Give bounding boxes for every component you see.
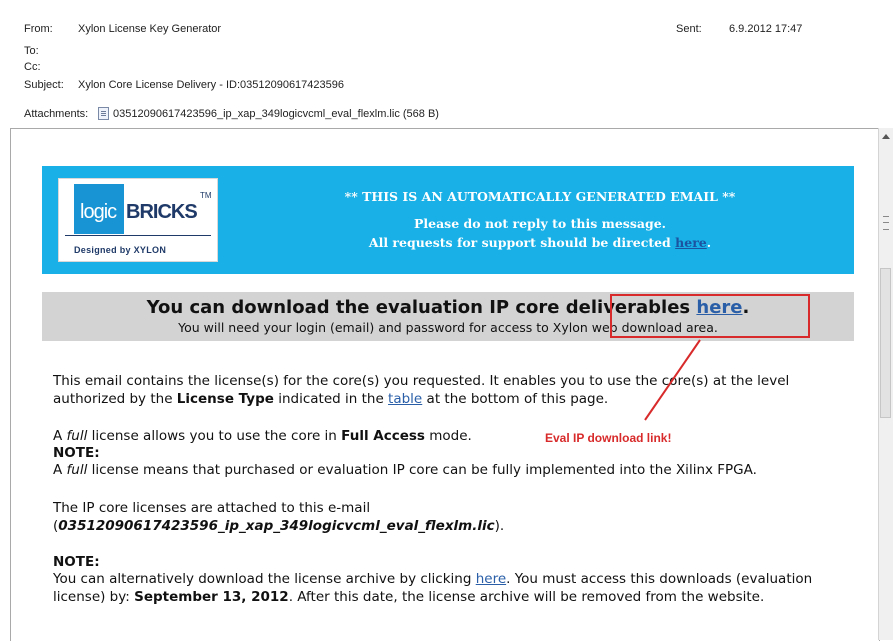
- attachment-line-2: (03512090617423596_ip_xap_349logicvcml_e…: [53, 517, 843, 535]
- note-1-text-b: license means that purchased or evaluati…: [87, 462, 757, 478]
- cc-label: Cc:: [24, 61, 41, 73]
- banner-line-2: Please do not reply to this message.: [413, 216, 667, 231]
- support-here-link[interactable]: here: [675, 235, 707, 250]
- scroll-thumb[interactable]: [880, 268, 891, 418]
- note-2-label: NOTE:: [53, 553, 843, 571]
- logo-tagline: Designed by XYLON: [74, 245, 167, 255]
- attachment-paragraph: The IP core licenses are attached to thi…: [53, 499, 843, 535]
- note-1-text: A full license means that purchased or e…: [53, 461, 843, 479]
- logicbricks-logo: logic BRICKS TM Designed by XYLON: [58, 178, 218, 262]
- note-2-text: You can alternatively download the licen…: [53, 570, 843, 606]
- deadline-date: September 13, 2012: [134, 589, 289, 605]
- sent-label: Sent:: [676, 23, 702, 35]
- intro-text-b: indicated in the: [273, 391, 389, 407]
- full-text-b: license allows you to use the core in: [87, 428, 342, 444]
- to-label: To:: [24, 45, 39, 57]
- table-link[interactable]: table: [388, 391, 422, 407]
- full-access-bold: Full Access: [341, 428, 425, 444]
- paren-close: ).: [494, 518, 505, 534]
- full-italic: full: [66, 428, 88, 444]
- logo-logic-text: logic: [80, 201, 117, 223]
- vertical-scrollbar[interactable]: [878, 128, 893, 640]
- banner-line-3-end: .: [706, 235, 712, 250]
- banner-line-3: All requests for support should be direc…: [240, 233, 840, 252]
- annotation-label: Eval IP download link!: [545, 431, 672, 445]
- banner-line-1: ** THIS IS AN AUTOMATICALLY GENERATED EM…: [344, 189, 736, 204]
- license-type-bold: License Type: [176, 391, 274, 407]
- full-text-a: A: [53, 428, 67, 444]
- sent-value: 6.9.2012 17:47: [729, 23, 803, 35]
- banner-notice: ** THIS IS AN AUTOMATICALLY GENERATED EM…: [240, 187, 840, 252]
- scroll-up-arrow-icon[interactable]: [882, 134, 890, 139]
- banner-line-3-text: All requests for support should be direc…: [368, 235, 676, 250]
- note-1-text-a: A: [53, 462, 67, 478]
- note-1-heading: NOTE:: [53, 445, 100, 461]
- message-header: From: Xylon License Key Generator Sent: …: [0, 0, 893, 128]
- full-text-c: mode.: [424, 428, 472, 444]
- logo-bricks-text: BRICKS: [126, 201, 198, 223]
- note-2-heading: NOTE:: [53, 554, 100, 570]
- intro-text-c: at the bottom of this page.: [422, 391, 609, 407]
- annotation-highlight-box: [610, 294, 810, 338]
- note-1-italic: full: [66, 462, 88, 478]
- note-2-text-c: . After this date, the license archive w…: [288, 589, 765, 605]
- logo-trademark: TM: [200, 191, 212, 200]
- full-license-paragraph: A full license allows you to use the cor…: [53, 427, 843, 445]
- subject-value: Xylon Core License Delivery - ID:0351209…: [78, 79, 345, 91]
- scroll-grip-icon: [883, 216, 889, 230]
- attachment-file-icon[interactable]: [98, 107, 109, 120]
- license-filename: 03512090617423596_ip_xap_349logicvcml_ev…: [58, 518, 495, 534]
- attachment-line-1: The IP core licenses are attached to thi…: [53, 500, 371, 516]
- archive-here-link[interactable]: here: [476, 571, 506, 587]
- note-1-label: NOTE:: [53, 444, 843, 462]
- from-value[interactable]: Xylon License Key Generator: [78, 23, 221, 35]
- from-label: From:: [24, 23, 53, 35]
- subject-label: Subject:: [24, 79, 64, 91]
- attachment-link[interactable]: 03512090617423596_ip_xap_349logicvcml_ev…: [113, 108, 439, 120]
- intro-paragraph: This email contains the license(s) for t…: [53, 372, 843, 408]
- attachments-label: Attachments:: [24, 108, 89, 120]
- note-2-text-a: You can alternatively download the licen…: [53, 571, 476, 587]
- logo-divider: [65, 235, 211, 236]
